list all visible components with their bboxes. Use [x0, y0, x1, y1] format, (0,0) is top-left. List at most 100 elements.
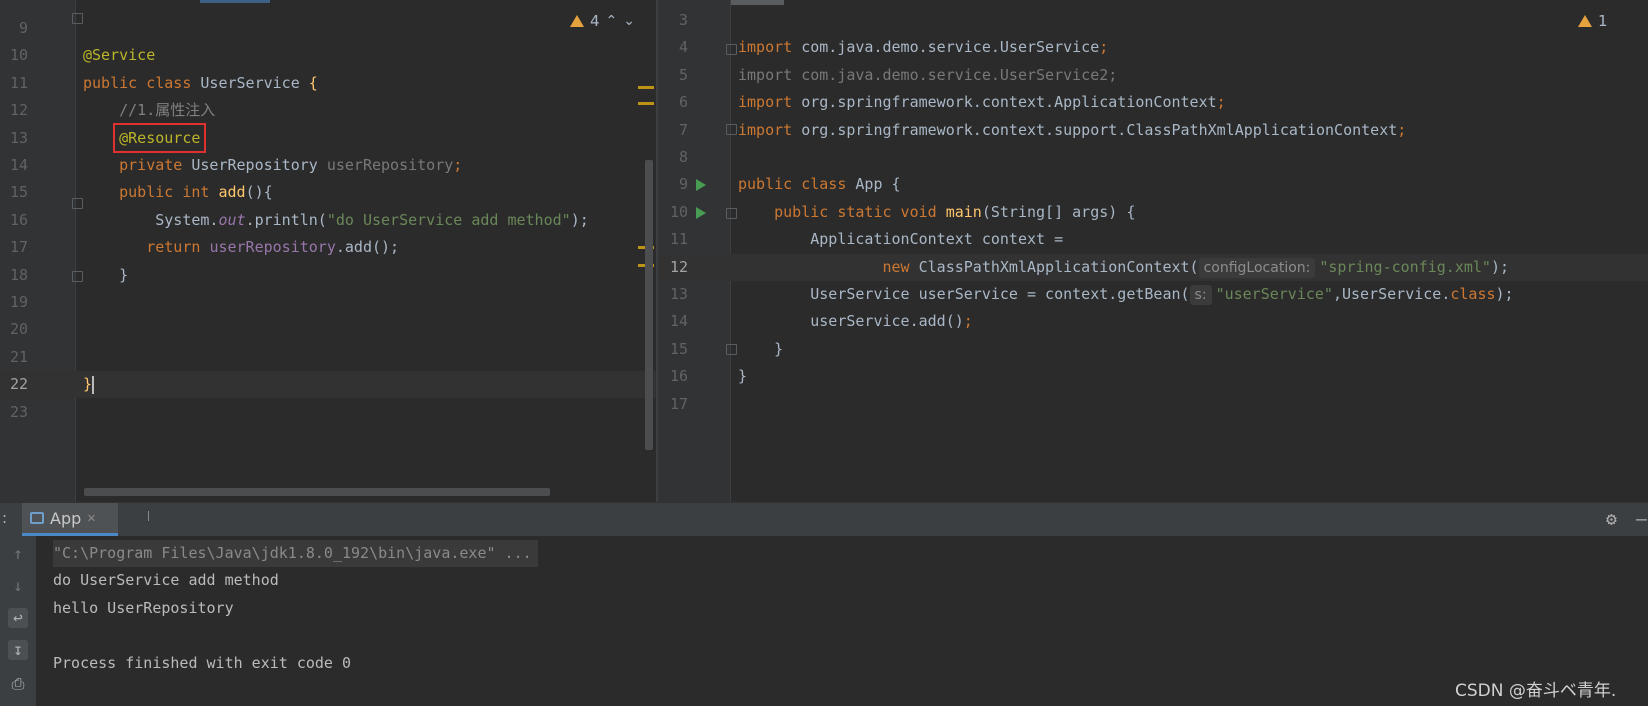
code-line[interactable]: 11 public class UserService {	[0, 70, 656, 97]
code-line[interactable]: 5 import com.java.demo.service.UserServic…	[658, 62, 1648, 89]
fold-marker-icon[interactable]	[726, 344, 737, 355]
code-line[interactable]: 21	[0, 344, 656, 371]
right-warning-count: 1	[1598, 12, 1608, 30]
run-console[interactable]: "C:\Program Files\Java\jdk1.8.0_192\bin\…	[0, 536, 1648, 706]
run-side-toolbar: ↑ ↓ ↩ ↧ ⎙	[0, 536, 36, 706]
code-text[interactable]: import com.java.demo.service.UserService…	[738, 62, 1117, 89]
fold-marker-icon[interactable]	[72, 13, 83, 24]
code-text[interactable]: ApplicationContext context =	[738, 226, 1063, 253]
code-line[interactable]: 11 ApplicationContext context =	[658, 226, 1648, 253]
fold-marker-icon[interactable]	[726, 124, 737, 135]
code-text[interactable]: @Resource	[83, 122, 207, 153]
code-line[interactable]: 12 new ClassPathXmlApplicationContext(co…	[658, 253, 1648, 281]
code-line[interactable]: 4 import com.java.demo.service.UserServic…	[658, 34, 1648, 61]
code-text[interactable]: import org.springframework.context.Appli…	[738, 89, 1226, 116]
code-line[interactable]: 7 import org.springframework.context.supp…	[658, 117, 1648, 144]
arrow-down-icon[interactable]: ↓	[8, 576, 28, 596]
code-line[interactable]: 9 public class App {	[658, 171, 1648, 198]
code-line[interactable]: 9	[0, 15, 656, 42]
code-line[interactable]: 10 @Service	[0, 42, 656, 69]
code-line[interactable]: 15 }	[658, 336, 1648, 363]
close-icon[interactable]: ✕	[87, 510, 95, 526]
line-number: 5	[678, 65, 688, 84]
left-warnings-indicator[interactable]: 4 ⌃ ⌄	[570, 12, 635, 30]
code-text[interactable]: }	[83, 371, 95, 398]
left-editor-pane[interactable]: 9 10 @Service 11 public class UserService {1…	[0, 0, 656, 502]
left-vertical-scrollbar[interactable]	[645, 160, 653, 450]
code-token: out	[218, 210, 246, 229]
code-token: ;	[1099, 38, 1109, 57]
warning-stripe-mark[interactable]	[638, 86, 654, 89]
code-text[interactable]: private UserRepository userRepository;	[83, 152, 462, 179]
run-gutter-icon[interactable]	[696, 179, 706, 192]
code-line[interactable]: 22}	[0, 371, 656, 399]
code-line[interactable]: 17 return userRepository.add();	[0, 234, 656, 261]
code-token: .println(	[245, 210, 327, 229]
soft-wrap-icon[interactable]: ↩	[8, 608, 28, 628]
code-line[interactable]: 14 userService.add();	[658, 308, 1648, 335]
fold-marker-icon[interactable]	[72, 198, 83, 209]
right-editor-pane[interactable]: 3 4 import com.java.demo.service.UserServi…	[658, 0, 1648, 502]
code-token: new	[882, 257, 919, 276]
chevron-down-icon[interactable]: ⌄	[623, 13, 635, 29]
right-warnings-indicator[interactable]: 1	[1578, 12, 1608, 30]
code-line[interactable]: 17	[658, 391, 1648, 418]
code-text[interactable]: import org.springframework.context.suppo…	[738, 117, 1406, 144]
warning-stripe-mark[interactable]	[638, 102, 654, 105]
fold-marker-icon[interactable]	[726, 44, 737, 55]
gear-icon[interactable]: ⚙	[1606, 509, 1617, 530]
line-number: 20	[9, 320, 28, 339]
code-text[interactable]: public class UserService {	[83, 70, 318, 97]
code-line[interactable]: 13 @Resource	[0, 122, 656, 153]
code-text[interactable]: public int add(){	[83, 179, 273, 206]
code-line[interactable]: 16 System.out.println("do UserService ad…	[0, 207, 656, 234]
warning-icon	[1578, 15, 1592, 27]
code-text[interactable]: new ClassPathXmlApplicationContext(confi…	[738, 254, 1509, 281]
code-token: App {	[855, 175, 901, 194]
code-text[interactable]: }	[738, 363, 747, 390]
code-text[interactable]: @Service	[83, 42, 155, 69]
code-text[interactable]: public class App {	[738, 171, 901, 198]
code-line[interactable]: 8	[658, 144, 1648, 171]
run-gutter-icon[interactable]	[696, 206, 706, 219]
code-line[interactable]: 13 UserService userService = context.get…	[658, 281, 1648, 308]
code-text[interactable]: UserService userService = context.getBea…	[738, 281, 1514, 308]
code-line[interactable]: 10 public static void main(String[] args…	[658, 199, 1648, 226]
line-number: 19	[9, 293, 28, 311]
chevron-up-icon[interactable]: ⌃	[606, 13, 618, 29]
print-icon[interactable]: ⎙	[8, 674, 28, 694]
minimize-icon[interactable]: –	[1636, 509, 1647, 530]
code-line[interactable]: 16}	[658, 363, 1648, 390]
code-text[interactable]: userService.add();	[738, 308, 973, 335]
run-tab-app[interactable]: App ✕	[22, 503, 118, 536]
line-number: 6	[678, 93, 688, 112]
line-number: 17	[669, 394, 688, 413]
code-line[interactable]: 18 }	[0, 262, 656, 289]
code-line[interactable]: 19	[0, 289, 656, 316]
fold-marker-icon[interactable]	[72, 271, 83, 282]
code-text[interactable]: import com.java.demo.service.UserService…	[738, 34, 1108, 61]
highlight-box-resource: @Resource	[113, 122, 207, 153]
line-number: 18	[9, 265, 28, 284]
code-text[interactable]: public static void main(String[] args) {	[738, 199, 1135, 226]
code-line[interactable]: 23	[0, 399, 656, 426]
scroll-to-end-icon[interactable]: ↧	[8, 640, 28, 660]
code-text[interactable]: //1.属性注入	[83, 97, 215, 124]
code-line[interactable]: 3	[658, 7, 1648, 34]
left-horizontal-scrollbar[interactable]	[84, 488, 550, 496]
code-text[interactable]: System.out.println("do UserService add m…	[83, 207, 589, 234]
arrow-up-icon[interactable]: ↑	[8, 544, 28, 564]
code-text[interactable]: }	[738, 336, 783, 363]
code-line[interactable]: 20	[0, 316, 656, 343]
code-line[interactable]: 6 import org.springframework.context.Appl…	[658, 89, 1648, 116]
code-line[interactable]: 14 private UserRepository userRepository…	[0, 152, 656, 179]
code-text[interactable]: return userRepository.add();	[83, 234, 399, 261]
code-line[interactable]: 15 public int add(){	[0, 179, 656, 206]
code-line[interactable]: 12 //1.属性注入	[0, 97, 656, 124]
code-text[interactable]: }	[83, 262, 128, 289]
line-number: 15	[669, 339, 688, 358]
fold-marker-icon[interactable]	[726, 208, 737, 219]
left-warning-count: 4	[590, 12, 600, 30]
code-token: "do UserService add method"	[326, 210, 571, 229]
